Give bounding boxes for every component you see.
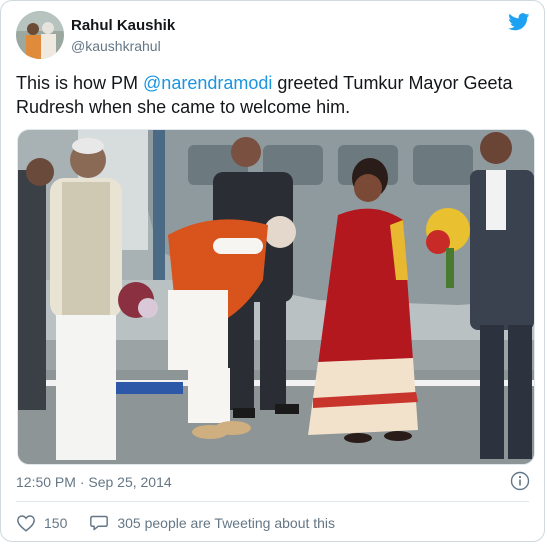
twitter-bird-icon[interactable] xyxy=(508,13,530,31)
tweet-text: This is how PM @narendramodi greeted Tum… xyxy=(16,71,526,119)
like-button[interactable]: 150 xyxy=(16,514,67,532)
author-handle[interactable]: @kaushkrahul xyxy=(71,38,161,54)
tweet-timestamp[interactable]: 12:50 PM · Sep 25, 2014 xyxy=(16,474,172,490)
divider xyxy=(16,501,529,502)
reply-label: 305 people are Tweeting about this xyxy=(117,515,336,531)
tweet-photo[interactable] xyxy=(17,129,535,465)
avatar[interactable] xyxy=(16,11,64,59)
tweet-actions: 150 305 people are Tweeting about this xyxy=(16,513,357,533)
like-count: 150 xyxy=(44,515,68,531)
info-icon[interactable] xyxy=(510,471,530,491)
heart-icon xyxy=(17,515,35,532)
mention-link[interactable]: @narendramodi xyxy=(143,73,272,93)
author-name[interactable]: Rahul Kaushik xyxy=(71,17,175,34)
reply-button[interactable]: 305 people are Tweeting about this xyxy=(89,514,335,532)
tweet-card: Rahul Kaushik @kaushkrahul This is how P… xyxy=(0,0,545,542)
tweet-text-before: This is how PM xyxy=(16,73,144,93)
speech-bubble-icon xyxy=(90,515,109,531)
